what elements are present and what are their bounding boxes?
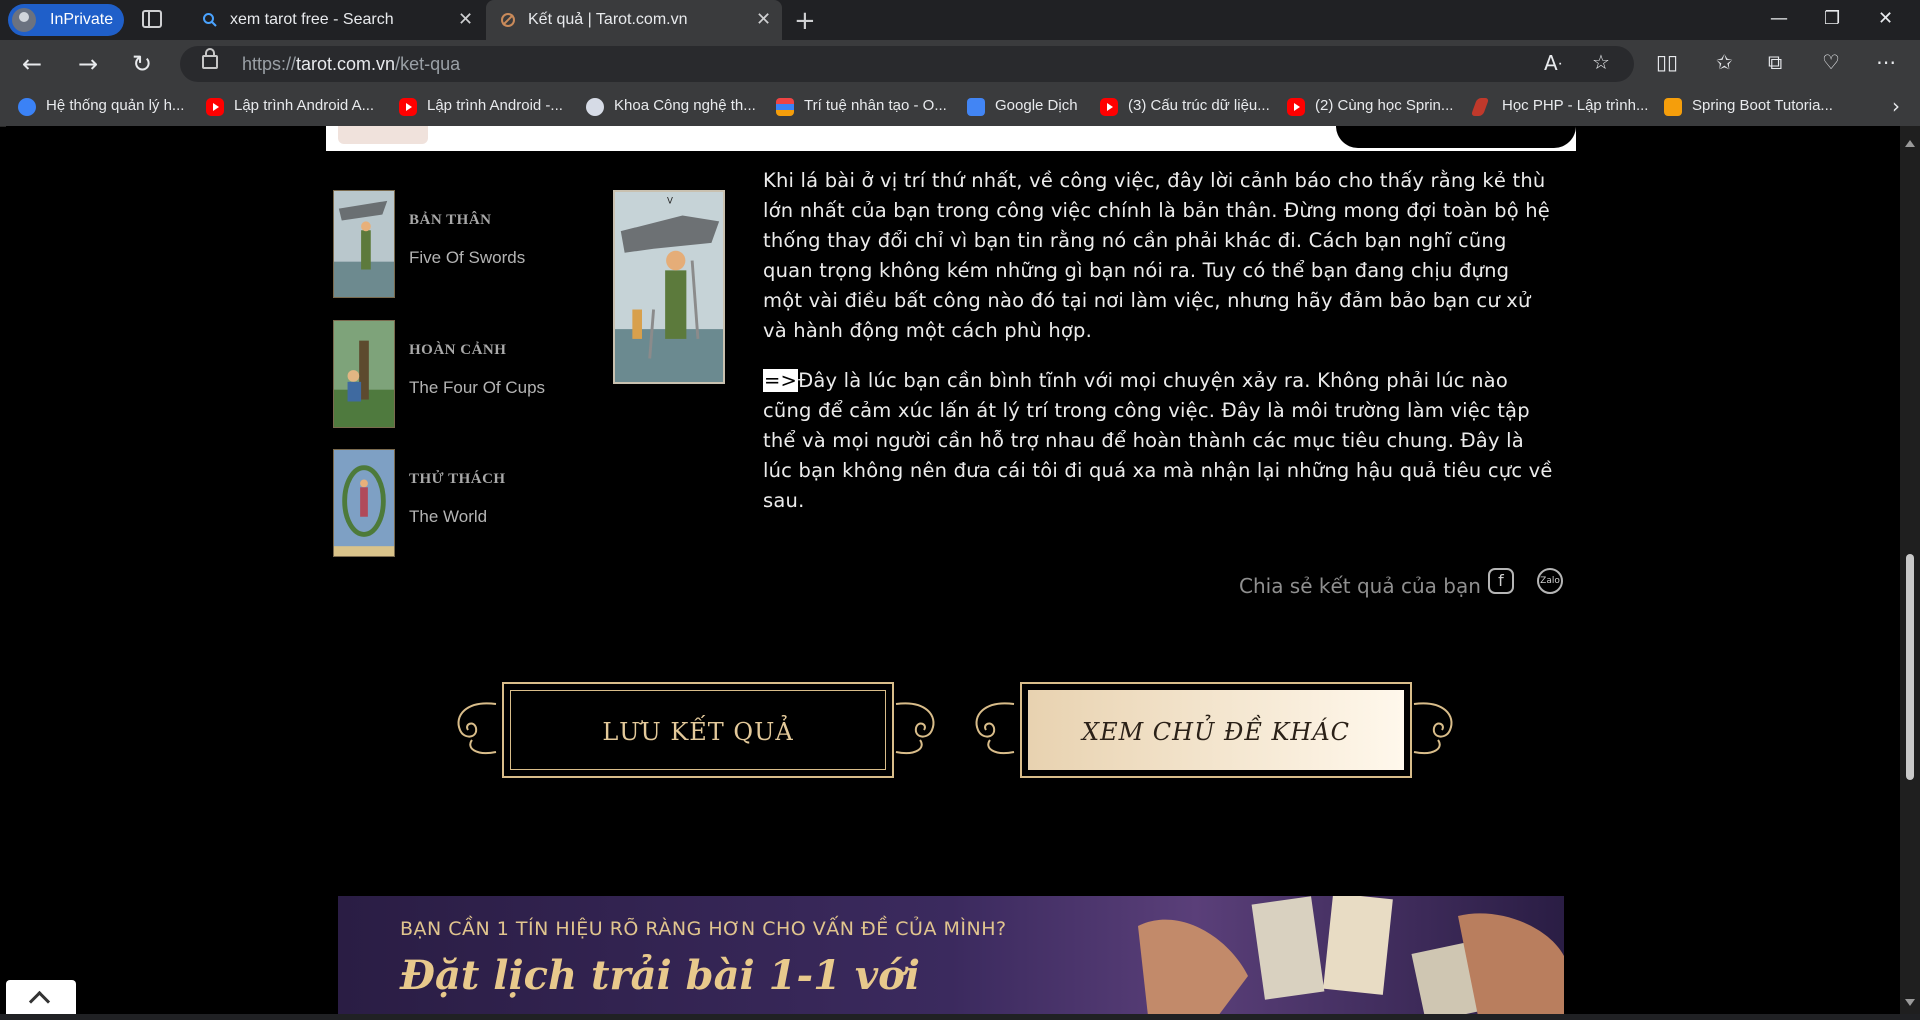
save-result-label: LƯU KẾT QUẢ [602,718,794,746]
scroll-down-icon[interactable] [1905,999,1915,1006]
stack-icon [776,98,794,116]
share-label: Chia sẻ kết quả của bạn [1239,574,1481,598]
vertical-scrollbar[interactable] [1900,126,1920,1014]
address-field[interactable]: https://tarot.com.vn/ket-qua Aᐧ ☆ [180,46,1634,82]
position-title: BẢN THÂN [409,212,492,228]
banner-headline: BẠN CẦN 1 TÍN HIỆU RÕ RÀNG HƠN CHO VẤN Đ… [400,918,1007,940]
inprivate-label: InPrivate [50,11,114,28]
tab-title: xem tarot free - Search [230,11,394,28]
header-button[interactable] [1336,126,1576,148]
header-image [338,126,428,144]
reading-paragraph-1: Khi lá bài ở vị trí thứ nhất, về công vi… [763,169,1551,342]
ornament-right-icon [1413,702,1453,754]
zalo-share-icon[interactable]: Zalo [1537,568,1563,594]
address-toolbar: ← → ↻ https://tarot.com.vn/ket-qua Aᐧ ☆ … [0,40,1920,88]
arrow-marker: => [763,369,799,392]
back-icon[interactable]: ← [22,50,42,78]
new-tab-icon[interactable]: + [794,6,816,36]
ornament-right-icon [895,702,935,754]
close-window-icon[interactable]: ✕ [1878,8,1893,29]
favorite-star-icon[interactable]: ☆ [1592,50,1610,74]
scroll-up-icon[interactable] [1905,140,1915,147]
tarot-favicon-icon [501,13,515,27]
youtube-icon [1100,98,1118,116]
five-of-swords-card-image [333,190,395,298]
refresh-icon[interactable]: ↻ [132,50,152,78]
banner-title: Đặt lịch trải bài 1-1 với [400,952,920,999]
card-name: The Four Of Cups [409,378,546,397]
address-url[interactable]: https://tarot.com.vn/ket-qua [242,54,460,75]
other-topic-label: XEM CHỦ ĐỀ KHÁC [1081,718,1351,746]
ornament-left-icon [457,702,497,754]
position-card-thu-thach[interactable]: THỬ THÁCH The World [333,449,593,559]
search-icon [203,13,217,27]
back-to-top-button[interactable] [6,980,76,1014]
tab-actions-icon[interactable] [142,10,162,28]
minimize-icon[interactable]: — [1770,8,1788,29]
tab-search[interactable]: xem tarot free - Search ✕ [188,0,484,40]
the-world-card-image [333,449,395,557]
save-result-group: LƯU KẾT QUẢ [446,682,946,778]
position-title: HOÀN CẢNH [409,342,507,358]
youtube-icon [1287,98,1305,116]
favorites-icon[interactable]: ✩ [1716,50,1733,74]
card-name: Five Of Swords [409,248,526,267]
spring-icon [1664,98,1682,116]
chevron-right-icon[interactable]: › [1892,94,1900,118]
forward-icon[interactable]: → [78,50,98,78]
card-name: The World [409,507,488,526]
selected-card-image: V [613,190,725,384]
svg-text:V: V [667,197,673,207]
settings-more-icon[interactable]: ⋯ [1876,50,1896,74]
other-topic-group: XEM CHỦ ĐỀ KHÁC [964,682,1464,778]
bookmarks-bar: Hệ thống quản lý h... Lập trình Android … [0,88,1920,127]
university-icon [586,98,604,116]
four-of-cups-card-image [333,320,395,428]
position-title: THỬ THÁCH [409,471,506,487]
ornament-left-icon [975,702,1015,754]
lock-icon[interactable] [202,48,218,69]
tarot-hands-image [1138,896,1564,1014]
position-card-hoan-canh[interactable]: HOÀN CẢNH The Four Of Cups [333,320,593,430]
chevron-up-icon [28,990,51,1013]
booking-banner[interactable]: BẠN CẦN 1 TÍN HIỆU RÕ RÀNG HƠN CHO VẤN Đ… [338,896,1564,1014]
inprivate-badge[interactable]: InPrivate [8,4,124,36]
facebook-share-icon[interactable]: f [1488,568,1514,594]
window-bottom-edge [0,1014,1920,1020]
read-aloud-icon[interactable]: Aᐧ [1544,51,1562,75]
profile-avatar-icon [12,8,36,32]
header-strip [326,126,1576,151]
browser-essentials-icon[interactable]: ♡ [1822,50,1840,74]
youtube-icon [206,98,224,116]
reading-paragraph-2: =>Đây là lúc bạn cần bình tĩnh với mọi c… [763,369,1553,512]
youtube-icon [399,98,417,116]
restore-icon[interactable]: ❐ [1824,8,1840,29]
close-tab-icon[interactable]: ✕ [756,9,771,30]
php-icon [1470,98,1490,116]
save-result-button[interactable]: LƯU KẾT QUẢ [502,682,894,778]
tab-active-tarot[interactable]: Kết quả | Tarot.com.vn ✕ [486,0,782,40]
web-page: BẢN THÂN Five Of Swords HOÀN CẢNH The Fo… [6,126,1900,1014]
tab-strip: InPrivate xem tarot free - Search ✕ Kết … [0,0,1920,40]
scrollbar-thumb[interactable] [1906,554,1914,780]
split-screen-icon[interactable]: ▯▯ [1656,50,1678,74]
google-translate-icon [967,98,985,116]
tab-title: Kết quả | Tarot.com.vn [528,11,688,28]
position-card-ban-than[interactable]: BẢN THÂN Five Of Swords [333,190,593,300]
collections-icon[interactable]: ⧉ [1768,50,1782,74]
app-icon [18,98,36,116]
close-tab-icon[interactable]: ✕ [458,9,473,30]
other-topic-button[interactable]: XEM CHỦ ĐỀ KHÁC [1020,682,1412,778]
